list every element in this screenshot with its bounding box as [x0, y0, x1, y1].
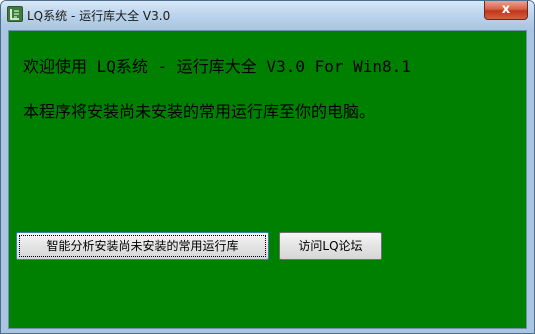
- window-title: LQ系统 - 运行库大全 V3.0: [27, 9, 171, 23]
- lq-app-icon[interactable]: [7, 6, 23, 22]
- title-bar[interactable]: LQ系统 - 运行库大全 V3.0 x: [1, 1, 534, 29]
- main-panel: 欢迎使用 LQ系统 - 运行库大全 V3.0 For Win8.1 本程序将安装…: [8, 30, 527, 329]
- description-text: 本程序将安装尚未安装的常用运行库至你的电脑。: [23, 102, 376, 121]
- visit-forum-button[interactable]: 访问LQ论坛: [279, 232, 382, 260]
- welcome-text: 欢迎使用 LQ系统 - 运行库大全 V3.0 For Win8.1: [23, 57, 411, 76]
- app-window: LQ系统 - 运行库大全 V3.0 x 欢迎使用 LQ系统 - 运行库大全 V3…: [0, 0, 535, 334]
- close-button[interactable]: x: [484, 1, 528, 20]
- analyze-install-button[interactable]: 智能分析安装尚未安装的常用运行库: [16, 232, 269, 260]
